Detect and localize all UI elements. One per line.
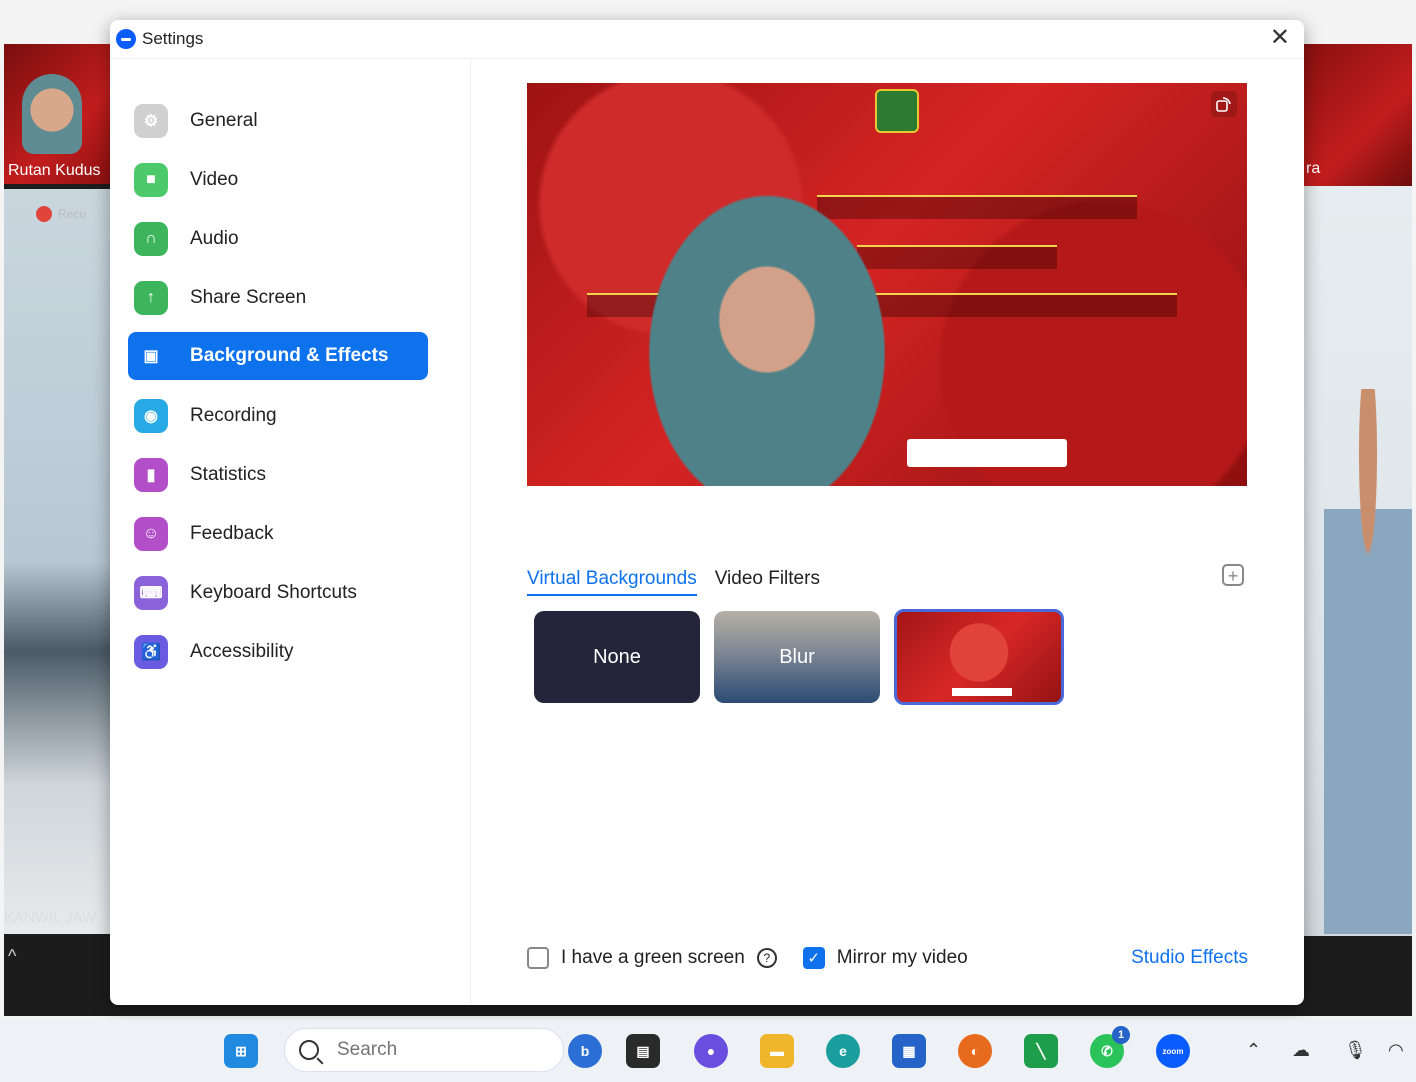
task-view-icon[interactable]: ▤	[626, 1034, 660, 1068]
sidebar-item-label: Keyboard Shortcuts	[190, 582, 357, 603]
background-tabs: Virtual Backgrounds Video Filters	[527, 568, 820, 596]
close-button[interactable]: ✕	[1270, 26, 1290, 50]
sidebar-item-label: Recording	[190, 405, 277, 426]
file-explorer-icon[interactable]: ▬	[760, 1034, 794, 1068]
background-options: I have a green screen ? ✓ Mirror my vide…	[527, 938, 1248, 978]
background-effects-panel: Virtual Backgrounds Video Filters + None…	[471, 58, 1304, 1005]
search-icon	[299, 1040, 319, 1060]
bing-icon[interactable]: b	[568, 1034, 602, 1068]
sidebar-item-share-screen[interactable]: ↑ Share Screen	[128, 274, 428, 322]
help-icon[interactable]: ?	[756, 948, 777, 968]
title-bar: Settings ✕	[110, 20, 1304, 59]
tab-virtual-backgrounds[interactable]: Virtual Backgrounds	[527, 568, 697, 596]
accessibility-icon: ♿	[134, 635, 168, 669]
wifi-icon[interactable]: ◠	[1388, 1040, 1404, 1061]
zoom-taskbar-icon[interactable]: zoom	[1156, 1034, 1190, 1068]
sidebar-item-label: Accessibility	[190, 641, 294, 662]
recording-indicator: Reco	[36, 206, 86, 222]
sidebar-item-statistics[interactable]: ▮ Statistics	[128, 451, 428, 499]
sidebar-item-label: Video	[190, 169, 239, 190]
smiley-icon: ☺	[134, 517, 168, 551]
zoom-app-icon	[116, 29, 136, 49]
windows-start-icon[interactable]: ⊞	[224, 1034, 258, 1068]
participant-video-left	[4, 189, 116, 934]
store-icon[interactable]: ▦	[892, 1034, 926, 1068]
studio-effects-link[interactable]: Studio Effects	[1131, 947, 1248, 969]
sidebar-item-label: Audio	[190, 228, 239, 249]
taskbar-search[interactable]	[284, 1028, 564, 1072]
firefox-icon[interactable]: ◐	[958, 1034, 992, 1068]
keyboard-icon: ⌨	[134, 576, 168, 610]
participant-name-kanwil: KANWIL JAW	[4, 909, 97, 926]
whatsapp-icon[interactable]: ✆ 1	[1090, 1026, 1130, 1068]
window-title: Settings	[142, 29, 204, 48]
background-thumbnails: None Blur	[534, 609, 1064, 705]
banner-logo-strip	[907, 439, 1067, 467]
participant-name-right: ra	[1306, 160, 1321, 177]
sidebar-item-label: Statistics	[190, 464, 267, 485]
settings-dialog: Settings ✕ ⚙ General ■ Video ∩ Audio ↑ S…	[110, 20, 1304, 1005]
headphones-icon: ∩	[134, 222, 168, 256]
gear-icon: ⚙	[134, 104, 168, 138]
sidebar-item-accessibility[interactable]: ♿ Accessibility	[128, 628, 428, 676]
tab-video-filters[interactable]: Video Filters	[715, 568, 820, 596]
record-dot-icon	[36, 206, 52, 222]
share-screen-icon: ↑	[134, 281, 168, 315]
sidebar-item-recording[interactable]: ◉ Recording	[128, 392, 428, 440]
settings-sidebar: ⚙ General ■ Video ∩ Audio ↑ Share Screen…	[110, 58, 471, 1005]
mirror-video-checkbox[interactable]: ✓	[802, 947, 825, 969]
chevron-up-icon[interactable]: ⌃	[1246, 1040, 1261, 1061]
background-none[interactable]: None	[534, 611, 700, 703]
microphone-icon[interactable]: 🎙	[1344, 1040, 1367, 1061]
portrait-icon: ▣	[143, 348, 159, 365]
edge-browser-icon[interactable]: e	[826, 1034, 860, 1068]
sidebar-item-audio[interactable]: ∩ Audio	[128, 215, 428, 263]
cloud-icon[interactable]: ☁	[1292, 1040, 1310, 1061]
recording-label: Reco	[58, 207, 87, 221]
chat-icon[interactable]: ●	[694, 1034, 728, 1068]
sidebar-item-background-effects[interactable]: ▣ Background & Effects	[128, 332, 428, 380]
sidebar-item-general[interactable]: ⚙ General	[128, 97, 428, 145]
bar-chart-icon: ▮	[134, 458, 168, 492]
add-background-button[interactable]: +	[1222, 564, 1244, 586]
preview-person	[617, 153, 917, 486]
notification-badge: 1	[1112, 1026, 1130, 1044]
green-screen-label: I have a green screen	[561, 947, 745, 968]
participant-avatar	[22, 74, 82, 154]
video-preview	[527, 83, 1247, 486]
taskbar: ⊞ b ▤ ● ▬ e ▦ ◐ ╲ ✆ 1 zoom ⌃ ☁ 🎙 ◠	[0, 1020, 1416, 1082]
caret-up-icon[interactable]: ^	[8, 946, 16, 967]
sidebar-item-label: Background & Effects	[190, 345, 389, 366]
video-camera-icon: ■	[134, 163, 168, 197]
sidebar-item-label: Feedback	[190, 523, 274, 544]
green-screen-checkbox[interactable]	[527, 947, 549, 969]
record-icon: ◉	[134, 399, 168, 433]
sidebar-item-keyboard-shortcuts[interactable]: ⌨ Keyboard Shortcuts	[128, 569, 428, 617]
background-blur[interactable]: Blur	[714, 611, 880, 703]
spreadsheet-app-icon[interactable]: ╲	[1024, 1034, 1058, 1068]
mirror-video-label: Mirror my video	[836, 947, 968, 968]
participant-person-right	[1324, 389, 1412, 934]
participant-name: Rutan Kudus	[8, 162, 101, 179]
rotate-camera-icon[interactable]	[1211, 91, 1237, 117]
ministry-emblem-icon	[875, 89, 919, 133]
sidebar-item-video[interactable]: ■ Video	[128, 156, 428, 204]
search-input[interactable]	[335, 1038, 539, 1062]
sidebar-item-feedback[interactable]: ☺ Feedback	[128, 510, 428, 558]
sidebar-item-label: Share Screen	[190, 287, 307, 308]
background-image-selected[interactable]	[894, 609, 1064, 705]
sidebar-item-label: General	[190, 110, 258, 131]
